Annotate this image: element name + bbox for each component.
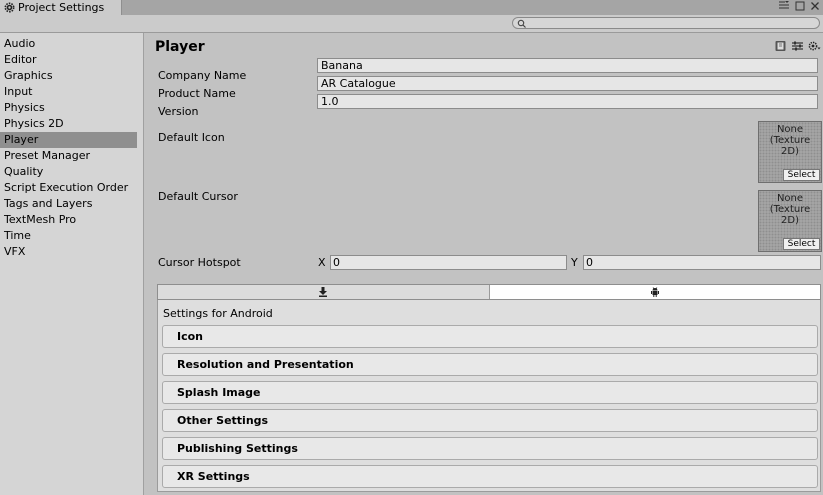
tab-android[interactable] <box>489 285 820 299</box>
window-title-bar: Project Settings <box>0 0 823 15</box>
texture-none-text: None (Texture 2D) <box>769 124 811 157</box>
sidebar-item-vfx[interactable]: VFX <box>0 244 137 260</box>
search-input[interactable] <box>512 17 820 29</box>
presets-icon[interactable] <box>791 40 804 52</box>
page-title: Player <box>155 39 205 55</box>
android-icon <box>650 287 659 297</box>
company-name-field[interactable]: Banana <box>317 58 818 73</box>
platform-tabs <box>157 284 821 300</box>
default-cursor-texture-slot[interactable]: None (Texture 2D) Select <box>758 190 822 252</box>
tab-title: Project Settings <box>18 1 105 14</box>
section-icon[interactable]: Icon <box>162 325 818 348</box>
texture-none-text: None (Texture 2D) <box>769 193 811 226</box>
hotspot-x-field[interactable]: 0 <box>330 255 567 270</box>
sidebar-item-script-execution-order[interactable]: Script Execution Order <box>0 180 137 196</box>
project-settings-tab[interactable]: Project Settings <box>0 0 122 15</box>
hotspot-y-field[interactable]: 0 <box>583 255 821 270</box>
cursor-hotspot-label: Cursor Hotspot <box>158 256 241 269</box>
section-splash-image[interactable]: Splash Image <box>162 381 818 404</box>
search-icon <box>517 19 526 28</box>
close-icon[interactable] <box>810 1 820 15</box>
sidebar-item-graphics[interactable]: Graphics <box>0 68 137 84</box>
default-icon-texture-slot[interactable]: None (Texture 2D) Select <box>758 121 822 183</box>
gear-icon <box>4 2 15 13</box>
sidebar-item-time[interactable]: Time <box>0 228 137 244</box>
sidebar-item-audio[interactable]: Audio <box>0 36 137 52</box>
version-label: Version <box>158 105 199 118</box>
product-name-field[interactable]: AR Catalogue <box>317 76 818 91</box>
default-icon-label: Default Icon <box>158 131 225 144</box>
standalone-download-icon <box>319 287 328 297</box>
hotspot-y-label: Y <box>571 256 578 269</box>
settings-for-label: Settings for Android <box>163 307 273 320</box>
sidebar-item-physics-2d[interactable]: Physics 2D <box>0 116 137 132</box>
sidebar-item-quality[interactable]: Quality <box>0 164 137 180</box>
player-settings-panel: Player Banana Company Name AR Catalogue … <box>144 33 823 495</box>
menu-icon[interactable] <box>778 0 790 15</box>
default-cursor-select-button[interactable]: Select <box>783 238 820 250</box>
sidebar-item-physics[interactable]: Physics <box>0 100 137 116</box>
sidebar-item-preset-manager[interactable]: Preset Manager <box>0 148 137 164</box>
settings-menu-icon[interactable] <box>808 40 821 52</box>
section-xr-settings[interactable]: XR Settings <box>162 465 818 488</box>
sidebar-item-editor[interactable]: Editor <box>0 52 137 68</box>
company-name-label: Company Name <box>158 69 247 82</box>
section-other-settings[interactable]: Other Settings <box>162 409 818 432</box>
hotspot-x-label: X <box>318 256 326 269</box>
section-publishing-settings[interactable]: Publishing Settings <box>162 437 818 460</box>
help-book-icon[interactable] <box>774 40 787 52</box>
sidebar-item-player[interactable]: Player <box>0 132 137 148</box>
tab-standalone[interactable] <box>158 285 490 299</box>
toolbar <box>0 15 823 33</box>
default-cursor-label: Default Cursor <box>158 190 238 203</box>
default-icon-select-button[interactable]: Select <box>783 169 820 181</box>
product-name-label: Product Name <box>158 87 236 100</box>
settings-sidebar: Audio Editor Graphics Input Physics Phys… <box>0 33 144 495</box>
sidebar-item-input[interactable]: Input <box>0 84 137 100</box>
sidebar-item-textmesh-pro[interactable]: TextMesh Pro <box>0 212 137 228</box>
sidebar-item-tags-and-layers[interactable]: Tags and Layers <box>0 196 137 212</box>
maximize-icon[interactable] <box>795 1 805 15</box>
section-resolution-and-presentation[interactable]: Resolution and Presentation <box>162 353 818 376</box>
version-field[interactable]: 1.0 <box>317 94 818 109</box>
android-settings-panel: Settings for Android Icon Resolution and… <box>157 300 821 492</box>
